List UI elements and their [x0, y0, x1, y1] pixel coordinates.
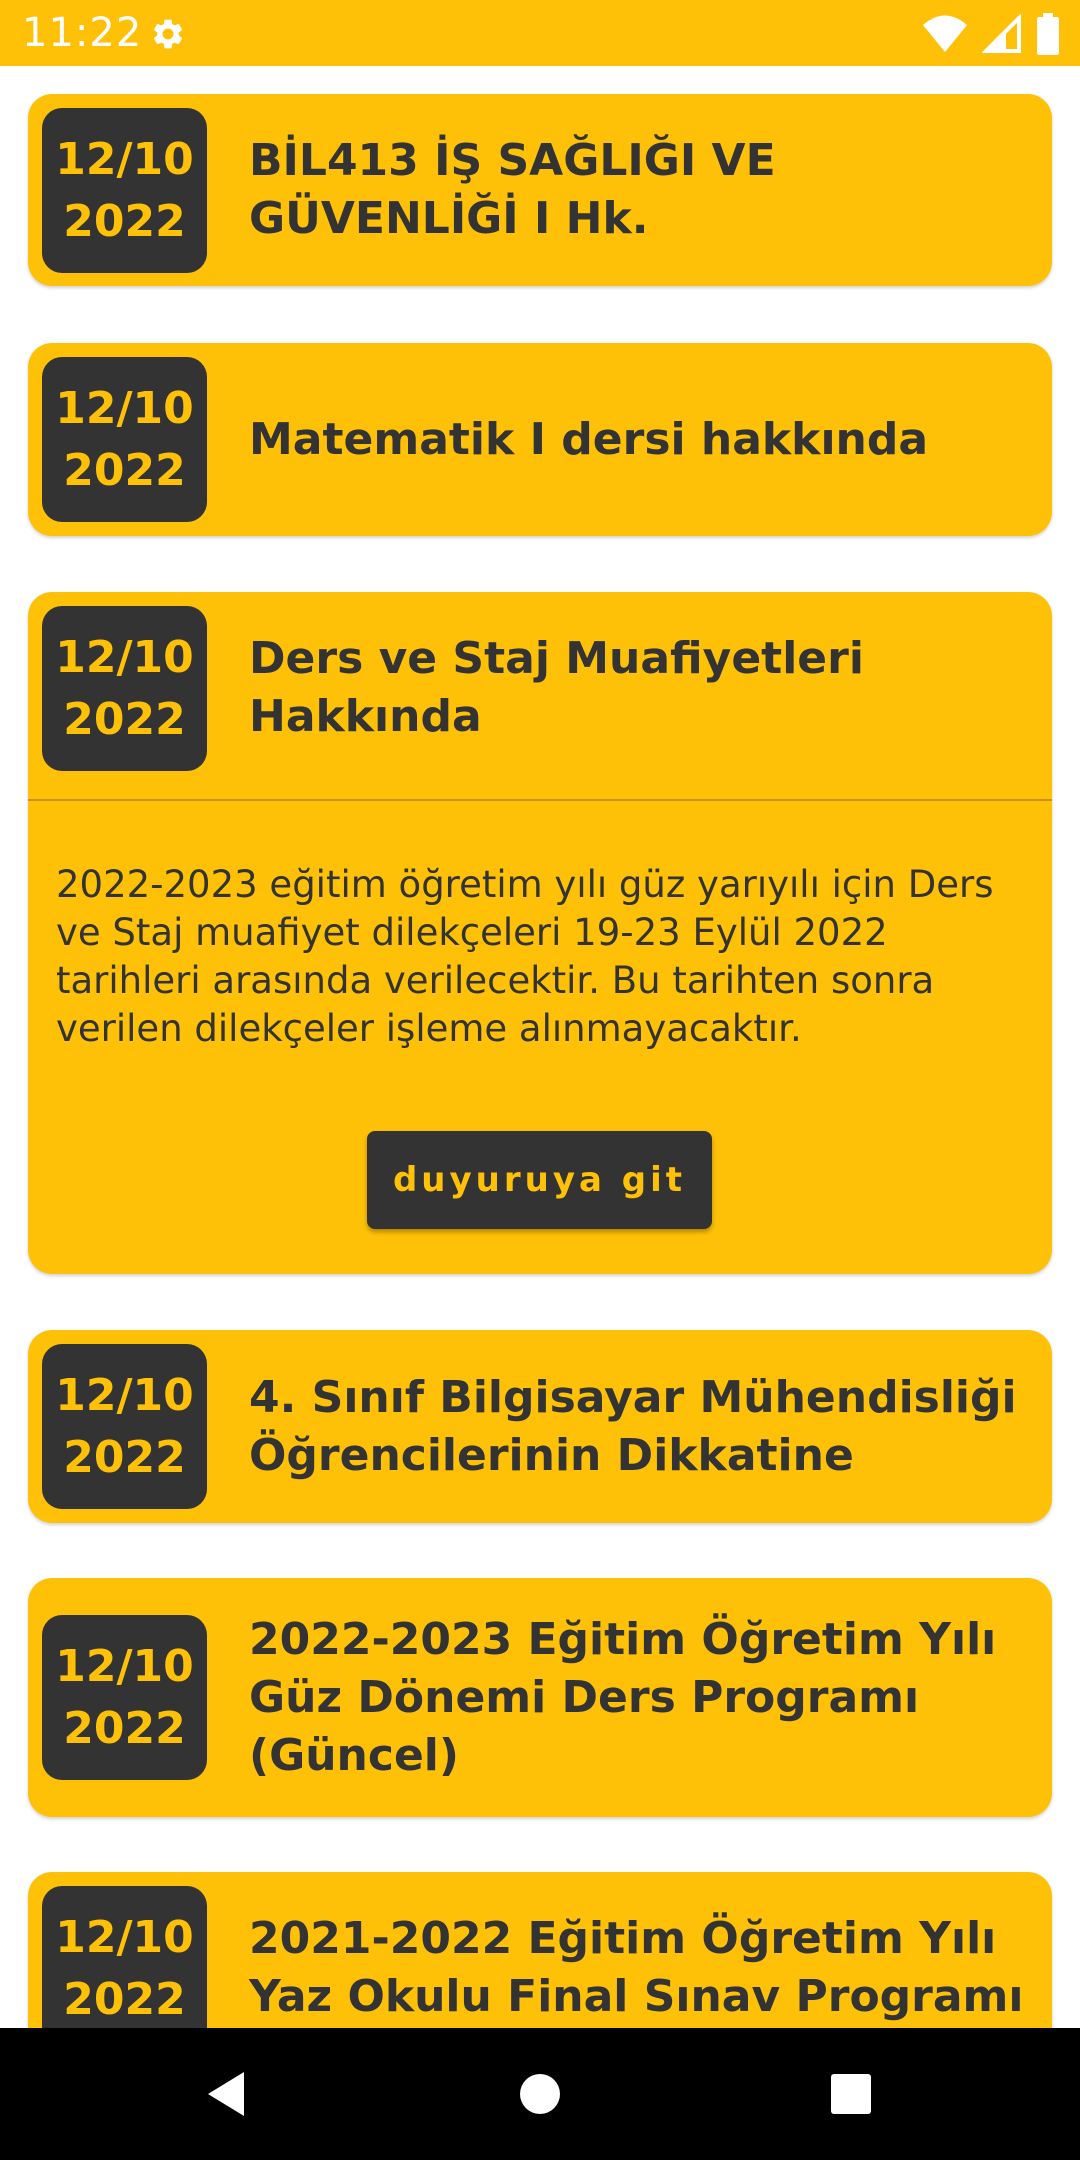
goto-announcement-button[interactable]: duyuruya git — [367, 1131, 712, 1229]
announcement-title: 2021-2022 Eğitim Öğretim Yılı Yaz Okulu … — [249, 1913, 1024, 2022]
card-header[interactable]: 12/10 2022 2022-2023 Eğitim Öğretim Yılı… — [28, 1578, 1052, 1817]
announcement-card-expanded[interactable]: 12/10 2022 Ders ve Staj Muafiyetleri Hak… — [28, 592, 1052, 1274]
announcement-title: Matematik I dersi hakkında — [249, 413, 929, 465]
date-day-month: 12/10 — [55, 1640, 194, 1692]
date-badge: 12/10 2022 — [42, 606, 207, 771]
announcement-body: 2022-2023 eğitim öğretim yılı güz yarıyı… — [56, 863, 994, 1050]
date-year: 2022 — [63, 444, 186, 496]
navigation-bar — [0, 2028, 1080, 2160]
cellular-signal-icon — [982, 14, 1021, 53]
date-day-month: 12/10 — [55, 133, 194, 185]
date-badge: 12/10 2022 — [42, 1886, 207, 2028]
card-header[interactable]: 12/10 2022 Matematik I dersi hakkında — [28, 343, 1052, 536]
announcement-card[interactable]: 12/10 2022 BİL413 İŞ SAĞLIĞI VE GÜVENLİĞ… — [28, 94, 1052, 286]
card-header[interactable]: 12/10 2022 BİL413 İŞ SAĞLIĞI VE GÜVENLİĞ… — [28, 94, 1052, 286]
date-day-month: 12/10 — [55, 1911, 194, 1963]
date-year: 2022 — [63, 693, 186, 745]
back-button[interactable] — [188, 2056, 264, 2132]
date-day-month: 12/10 — [55, 382, 194, 434]
back-icon — [208, 2072, 244, 2116]
date-year: 2022 — [63, 1431, 186, 1483]
home-button[interactable] — [502, 2056, 578, 2132]
date-year: 2022 — [63, 195, 186, 247]
wifi-icon — [923, 15, 967, 52]
card-header[interactable]: 12/10 2022 2021-2022 Eğitim Öğretim Yılı… — [28, 1872, 1052, 2028]
card-header[interactable]: 12/10 2022 Ders ve Staj Muafiyetleri Hak… — [28, 592, 1052, 799]
announcement-card[interactable]: 12/10 2022 Matematik I dersi hakkında — [28, 343, 1052, 536]
recents-button[interactable] — [813, 2056, 889, 2132]
date-badge: 12/10 2022 — [42, 1344, 207, 1509]
status-bar: 11:22 — [0, 0, 1080, 66]
card-header[interactable]: 12/10 2022 4. Sınıf Bilgisayar Mühendisl… — [28, 1330, 1052, 1523]
announcement-list[interactable]: 12/10 2022 BİL413 İŞ SAĞLIĞI VE GÜVENLİĞ… — [0, 66, 1080, 2028]
announcement-card[interactable]: 12/10 2022 2022-2023 Eğitim Öğretim Yılı… — [28, 1578, 1052, 1817]
date-year: 2022 — [63, 1702, 186, 1754]
recents-icon — [831, 2074, 871, 2114]
battery-icon — [1037, 13, 1059, 55]
home-icon — [520, 2074, 560, 2114]
status-icons — [922, 12, 1060, 56]
announcement-title: 4. Sınıf Bilgisayar Mühendisliği Öğrenci… — [249, 1371, 1017, 1481]
date-badge: 12/10 2022 — [42, 108, 207, 273]
announcement-title: 2022-2023 Eğitim Öğretim Yılı Güz Dönemi… — [249, 1613, 997, 1781]
announcement-title: Ders ve Staj Muafiyetleri Hakkında — [249, 633, 864, 742]
status-time: 11:22 — [22, 10, 143, 56]
settings-gear-icon — [153, 19, 183, 49]
date-badge: 12/10 2022 — [42, 1615, 207, 1780]
announcement-card[interactable]: 12/10 2022 2021-2022 Eğitim Öğretim Yılı… — [28, 1872, 1052, 2028]
announcement-title: BİL413 İŞ SAĞLIĞI VE GÜVENLİĞİ I Hk. — [249, 135, 776, 244]
date-day-month: 12/10 — [55, 1369, 194, 1421]
date-day-month: 12/10 — [55, 631, 194, 683]
date-badge: 12/10 2022 — [42, 357, 207, 522]
date-year: 2022 — [63, 1973, 186, 2025]
announcement-card[interactable]: 12/10 2022 4. Sınıf Bilgisayar Mühendisl… — [28, 1330, 1052, 1523]
